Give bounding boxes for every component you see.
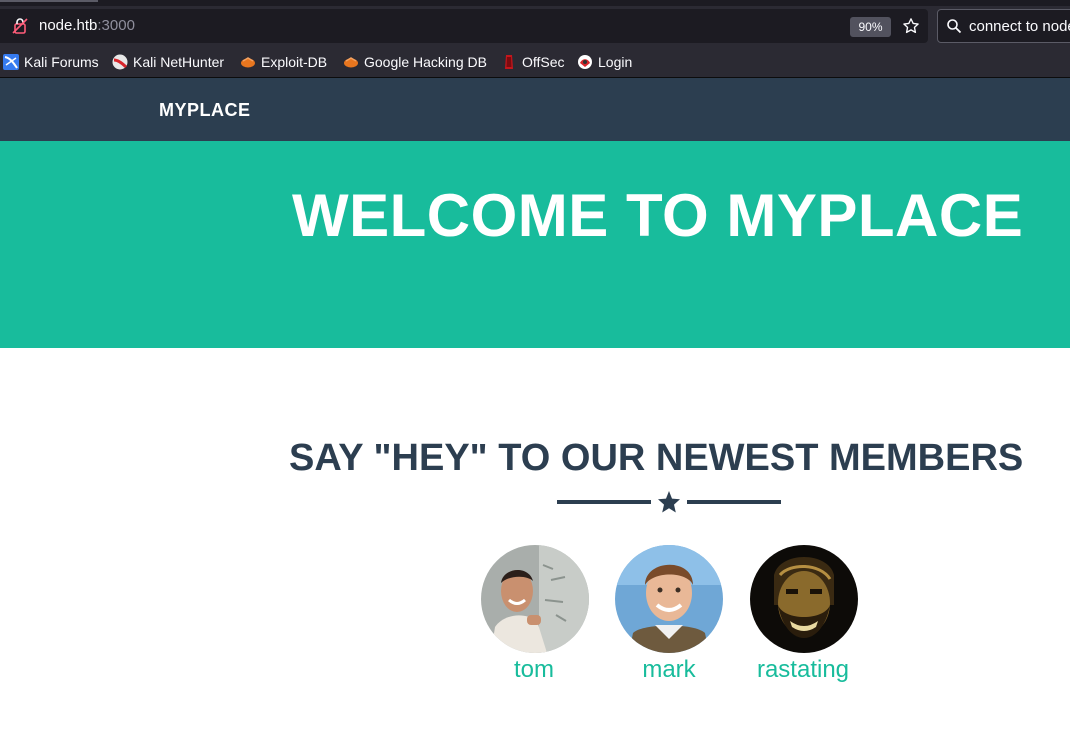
star-icon (658, 491, 680, 513)
bookmark-label: OffSec (522, 54, 565, 70)
kali-forums-icon (3, 54, 19, 70)
page-info-icon[interactable] (12, 17, 28, 35)
login-icon (578, 55, 592, 69)
exploit-db-icon (241, 57, 255, 68)
members-section-title: SAY "HEY" TO OUR NEWEST MEMBERS (289, 437, 1024, 479)
site-navbar: MYPLACE (0, 78, 1070, 141)
site-brand-link[interactable]: MYPLACE (159, 99, 251, 121)
member-name-link[interactable]: rastating (733, 655, 873, 685)
star-divider (557, 491, 781, 513)
rastating-avatar[interactable] (750, 545, 858, 653)
bookmark-label: Kali Forums (24, 54, 99, 70)
hero-banner: WELCOME TO MYPLACE (0, 141, 1070, 348)
search-bar[interactable]: connect to node (937, 9, 1070, 43)
bookmark-login[interactable]: Login (577, 52, 632, 72)
bookmark-exploit-db[interactable]: Exploit-DB (240, 52, 327, 72)
member-name-link[interactable]: mark (599, 655, 739, 685)
url-port: :3000 (97, 17, 135, 34)
url-text[interactable]: node.htb:3000 (39, 17, 135, 35)
bookmark-offsec[interactable]: OffSec (501, 52, 565, 72)
url-host: node.htb (39, 17, 98, 34)
bookmark-kali-forums[interactable]: Kali Forums (3, 52, 99, 72)
bookmark-label: Login (598, 54, 633, 70)
bookmark-kali-nethunter[interactable]: Kali NetHunter (112, 52, 224, 72)
bookmark-label: Exploit-DB (261, 54, 328, 70)
browser-toolbar: node.htb:3000 90% connect to node (0, 6, 1070, 46)
bookmark-label: Google Hacking DB (364, 54, 487, 70)
bookmarks-toolbar: Kali Forums Kali NetHunter Exploit-DB Go… (0, 46, 1070, 78)
search-input[interactable]: connect to node (969, 18, 1070, 36)
url-bar[interactable]: node.htb:3000 90% (0, 9, 928, 43)
bookmark-label: Kali NetHunter (133, 54, 225, 70)
offsec-icon (505, 55, 513, 69)
hero-title: WELCOME TO MYPLACE (292, 182, 1024, 249)
bookmark-star-icon[interactable] (902, 17, 920, 35)
kali-nethunter-icon (112, 54, 128, 70)
search-icon (947, 19, 962, 34)
member-name-link[interactable]: tom (464, 655, 604, 685)
mark-avatar[interactable] (615, 545, 723, 653)
google-hacking-db-icon (344, 57, 358, 68)
bookmark-google-hacking-db[interactable]: Google Hacking DB (343, 52, 487, 72)
zoom-level-badge[interactable]: 90% (850, 17, 891, 37)
active-tab-edge[interactable] (0, 0, 98, 2)
tom-avatar[interactable] (481, 545, 589, 653)
